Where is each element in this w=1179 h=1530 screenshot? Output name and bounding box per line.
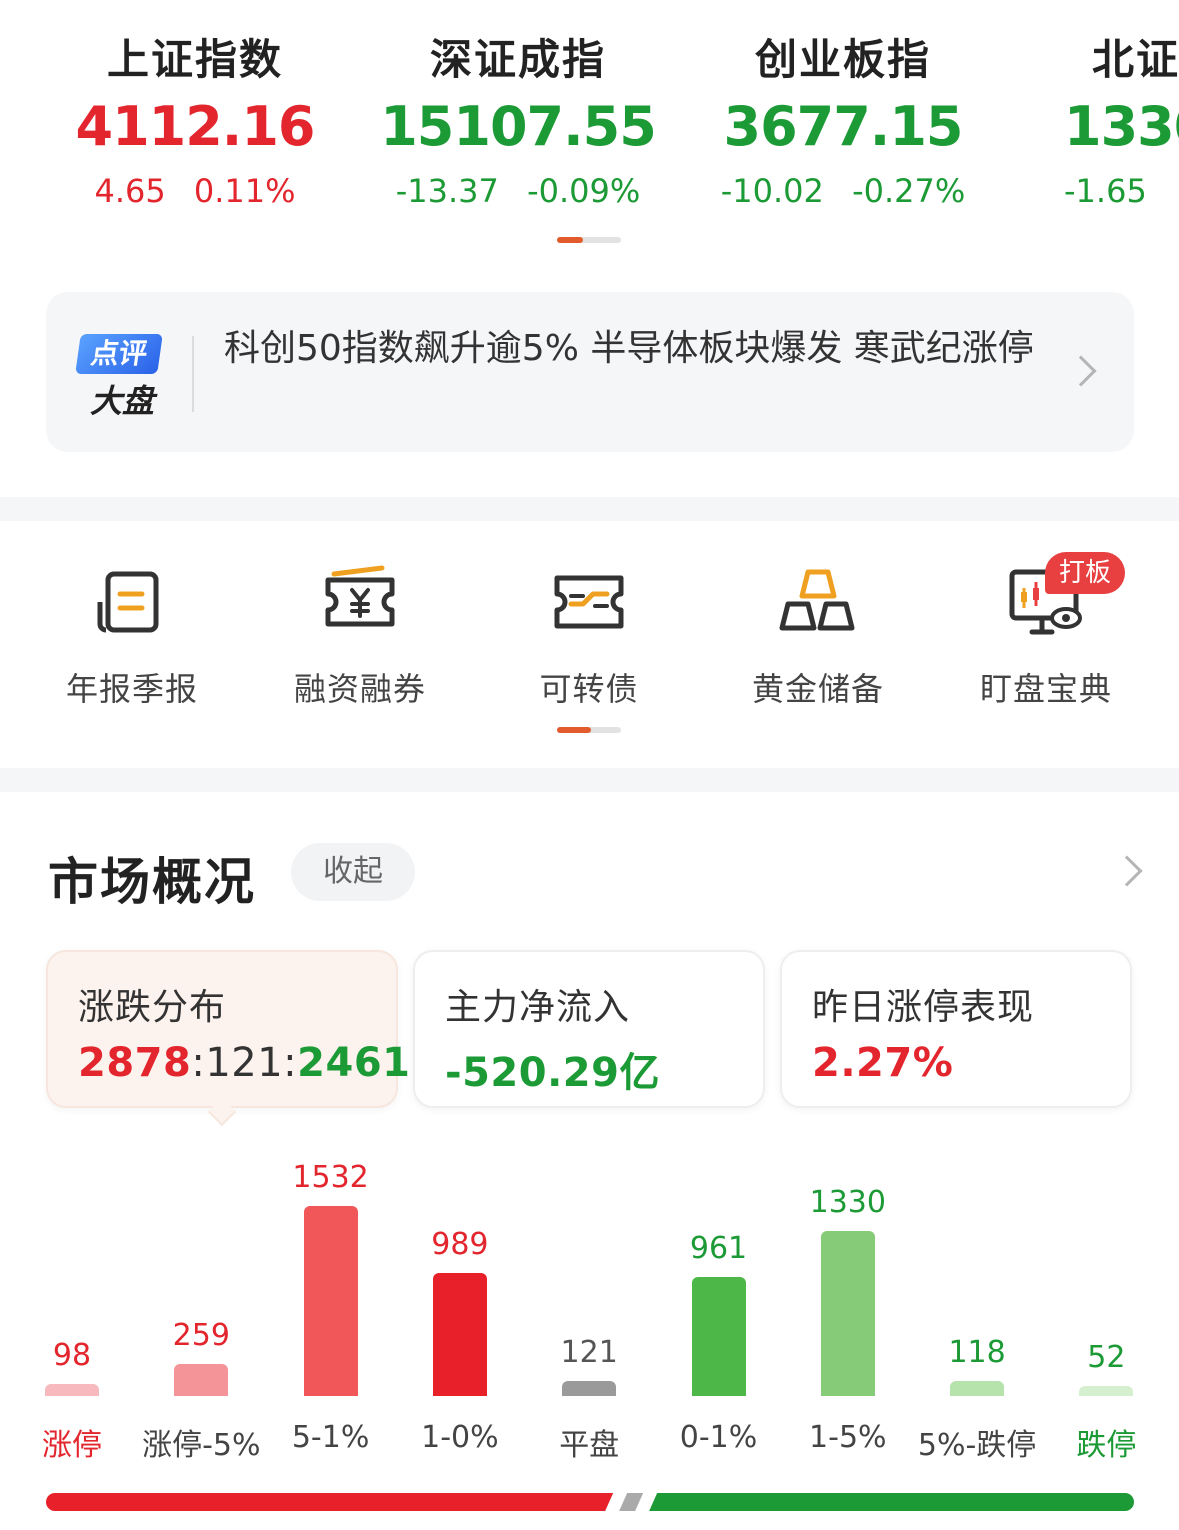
gold-bars-icon (778, 562, 858, 642)
chart-category-label: 0-1% (679, 1420, 758, 1455)
index-card-beijing[interactable]: 北证 1330 -1.65 (1064, 26, 1179, 210)
card-limit-up-performance[interactable]: 昨日涨停表现 2.27% (780, 950, 1132, 1108)
chart-bar[interactable] (820, 1231, 875, 1396)
market-commentary-card[interactable]: 点评 大盘 科创50指数飙升逾5% 半导体板块爆发 寒武纪涨停 (46, 292, 1134, 452)
index-name: 深证成指 (429, 35, 606, 84)
chart-category-label: 跌停 (1076, 1428, 1137, 1463)
chart-bar[interactable] (303, 1206, 358, 1396)
ratio-flat-segment (619, 1493, 643, 1511)
convertible-ticket-icon (549, 562, 629, 642)
index-value: 1330 (1064, 95, 1179, 158)
index-card-shenzhen[interactable]: 深证成指 15107.55 -13.37 -0.09% (353, 26, 683, 210)
chart-bar-value: 1532 (292, 1160, 369, 1195)
chart-category-label: 1-0% (421, 1420, 499, 1455)
card-main-net-inflow[interactable]: 主力净流入 -520.29亿 (413, 950, 765, 1108)
tool-label: 黄金储备 (751, 670, 884, 708)
ratio-up-segment (46, 1493, 613, 1511)
tool-margin-trading[interactable]: 融资融券 (260, 562, 460, 710)
chart-bar-value: 961 (689, 1230, 748, 1266)
chart-category-label: 5-1% (291, 1420, 370, 1455)
chart-category-label: 平盘 (559, 1428, 620, 1463)
card-rise-fall-distribution[interactable]: 涨跌分布 2878:121:2461 (46, 950, 410, 1108)
card-title: 昨日涨停表现 (812, 987, 1035, 1028)
index-page-indicator (557, 237, 621, 243)
tools-page-indicator (557, 727, 621, 733)
tool-annual-report[interactable]: 年报季报 (32, 562, 232, 710)
index-change: -1.65 (1064, 172, 1147, 210)
index-change: -10.02 -0.27% (720, 172, 966, 210)
tool-label: 融资融券 (293, 670, 426, 708)
index-value: 4112.16 (75, 95, 316, 158)
chart-category-label: 涨停-5% (142, 1428, 261, 1463)
collapse-button[interactable]: 收起 (291, 843, 415, 901)
tool-gold-reserve[interactable]: 黄金储备 (718, 562, 918, 710)
section-divider (0, 768, 1179, 792)
chart-bar-value: 121 (560, 1334, 618, 1370)
divider (192, 336, 194, 412)
card-value: 2.27% (812, 1040, 954, 1086)
tool-convertible-bond[interactable]: 可转债 (489, 562, 689, 710)
index-value: 3677.15 (723, 95, 964, 158)
market-overview-title: 市场概况 (48, 853, 256, 911)
chart-bar-value: 52 (1087, 1340, 1126, 1375)
index-strip: 上证指数 4112.16 4.65 0.11% 深证成指 15107.55 -1… (0, 0, 1179, 250)
index-value: 15107.55 (380, 95, 657, 158)
commentary-headline: 科创50指数飙升逾5% 半导体板块爆发 寒武纪涨停 (224, 328, 1034, 369)
chart-bar-value: 259 (172, 1317, 230, 1353)
ratio-down-segment (649, 1493, 1134, 1511)
commentary-logo: 点评 大盘 (75, 334, 166, 420)
chart-bar[interactable] (174, 1363, 229, 1396)
wallet-yuan-icon (320, 562, 400, 642)
index-change: -13.37 -0.09% (395, 172, 641, 210)
index-card-shanghai[interactable]: 上证指数 4112.16 4.65 0.11% (30, 26, 360, 210)
chart-bar[interactable] (432, 1273, 487, 1396)
tool-label: 可转债 (539, 670, 639, 708)
index-name: 北证 (1092, 35, 1179, 84)
chart-bar[interactable] (562, 1380, 617, 1396)
index-name: 上证指数 (106, 35, 283, 84)
chart-bar-value: 1330 (809, 1185, 886, 1221)
chart-bar-value: 989 (431, 1227, 489, 1263)
chart-category-label: 涨停 (42, 1428, 102, 1463)
index-card-chinext[interactable]: 创业板指 3677.15 -10.02 -0.27% (678, 26, 1008, 210)
chart-bar[interactable] (1079, 1386, 1134, 1396)
chart-bar-value: 98 (52, 1337, 92, 1373)
card-value: 2878:121:2461 (78, 1040, 411, 1086)
card-title: 涨跌分布 (78, 987, 227, 1028)
index-name: 创业板指 (754, 35, 931, 84)
section-divider (0, 497, 1179, 521)
chart-bar-value: 118 (948, 1335, 1006, 1371)
card-title: 主力净流入 (445, 987, 631, 1028)
chart-category-label: 1-5% (809, 1420, 887, 1455)
chart-bar[interactable] (45, 1383, 99, 1396)
chevron-right-icon[interactable] (1111, 855, 1143, 887)
report-icon (92, 562, 172, 642)
card-value: -520.29亿 (445, 1050, 660, 1096)
tool-label: 盯盘宝典 (979, 670, 1112, 708)
chevron-right-icon (1065, 355, 1097, 387)
tool-label: 年报季报 (65, 670, 198, 708)
chart-bar[interactable] (950, 1381, 1005, 1396)
hot-badge: 打板 (1045, 552, 1126, 594)
index-change: 4.65 0.11% (94, 172, 296, 210)
chart-category-label: 5%-跌停 (917, 1428, 1037, 1463)
chart-bar[interactable] (691, 1276, 746, 1396)
